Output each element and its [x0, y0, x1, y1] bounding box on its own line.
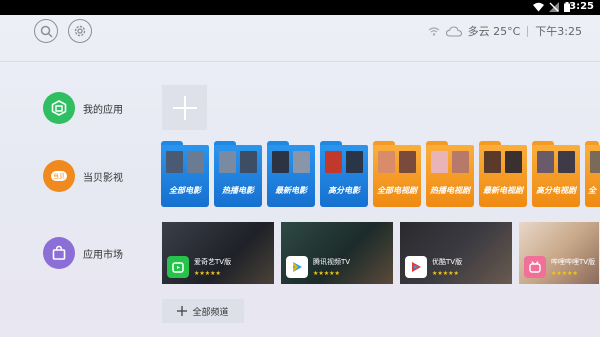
tencent-video-logo-icon — [286, 256, 308, 278]
search-button[interactable] — [34, 19, 58, 43]
poster-thumb — [558, 151, 575, 173]
folder-label: 最新电视剧 — [483, 186, 523, 195]
poster-thumb — [293, 151, 310, 173]
status-time: 3:25 — [569, 1, 594, 12]
folder-body: 热播电视剧 — [426, 145, 474, 207]
folder-body: 全部电视剧 — [373, 145, 421, 207]
app-rating: ★★★★★ — [432, 270, 459, 277]
folder-hot-tv[interactable]: 热播电视剧 — [426, 141, 474, 207]
folder-new-tv[interactable]: 最新电视剧 — [479, 141, 527, 207]
poster-thumb — [484, 151, 501, 173]
folder-label: 高分电影 — [328, 186, 360, 195]
no-signal-icon — [549, 2, 559, 12]
sidebar-item-label: 应用市场 — [83, 249, 123, 261]
app-name: 哔哩哔哩TV版 — [551, 258, 596, 266]
cube-icon — [43, 92, 75, 124]
all-channels-button[interactable]: 全部频道 — [162, 299, 244, 323]
app-name: 优酷TV版 — [432, 258, 463, 266]
add-app-button[interactable] — [162, 85, 207, 130]
shopping-bag-icon — [43, 237, 75, 269]
folder-body: 最新电视剧 — [479, 145, 527, 207]
folder-label: 热播电视剧 — [430, 186, 470, 195]
folder-new-movies[interactable]: 最新电影 — [267, 141, 315, 207]
app-rating: ★★★★★ — [551, 270, 578, 277]
folder-top-movies[interactable]: 高分电影 — [320, 141, 368, 207]
folder-body: 全部电影 — [161, 145, 209, 207]
app-name: 腾讯视频TV — [313, 258, 351, 266]
app-rating: ★★★★★ — [313, 270, 340, 277]
poster-thumb — [378, 151, 395, 173]
wifi-status-icon — [428, 26, 439, 36]
poster-thumb — [272, 151, 289, 173]
sidebar-item-label: 我的应用 — [83, 104, 123, 116]
poster-thumb — [346, 151, 363, 173]
poster-thumb — [431, 151, 448, 173]
poster-thumb — [240, 151, 257, 173]
poster-thumb — [399, 151, 416, 173]
poster-thumb — [325, 151, 342, 173]
header-info: 多云 25°C 下午3:25 — [428, 23, 582, 39]
cloud-icon — [445, 25, 462, 37]
poster-thumb — [537, 151, 554, 173]
poster-thumb — [505, 151, 522, 173]
app-market-row: 爱奇艺TV版 ★★★★★ 腾讯视频TV ★★★★★ 优酷TV版 ★★★★★ 哔哩… — [162, 222, 599, 284]
weather-text: 多云 25°C — [467, 25, 521, 38]
folder-hot-movies[interactable]: 热播电影 — [214, 141, 262, 207]
folder-label: 全部电视剧 — [377, 186, 417, 195]
poster-thumb — [452, 151, 469, 173]
sidebar-item-dangbei-video[interactable]: 当贝 当贝影视 — [43, 160, 123, 192]
app-card-bilibili[interactable]: 哔哩哔哩TV版 ★★★★★ — [519, 222, 599, 284]
app-rating: ★★★★★ — [194, 270, 221, 277]
poster-thumb — [166, 151, 183, 173]
settings-button[interactable] — [68, 19, 92, 43]
folder-label: 全部电影 — [169, 186, 201, 195]
gear-icon — [74, 25, 86, 37]
poster-thumb — [219, 151, 236, 173]
sidebar-item-my-apps[interactable]: 我的应用 — [43, 92, 123, 124]
header-separator — [527, 25, 529, 37]
dangbei-video-icon: 当贝 — [43, 160, 75, 192]
poster-thumb — [187, 151, 204, 173]
folder-body: 最新电影 — [267, 145, 315, 207]
header-clock: 下午3:25 — [535, 25, 582, 38]
plus-icon — [172, 95, 197, 120]
all-channels-label: 全部频道 — [192, 307, 229, 318]
youku-logo-icon — [405, 256, 427, 278]
folder-all-tv[interactable]: 全部电视剧 — [373, 141, 421, 207]
wifi-icon — [533, 2, 544, 12]
search-icon — [40, 25, 53, 38]
iqiyi-logo-icon — [167, 256, 189, 278]
bilibili-logo-icon — [524, 256, 546, 278]
sidebar-item-label: 当贝影视 — [83, 172, 123, 184]
app-card-youku[interactable]: 优酷TV版 ★★★★★ — [400, 222, 512, 284]
folder-partial[interactable]: 全 — [585, 141, 600, 207]
folder-body: 高分电视剧 — [532, 145, 580, 207]
sidebar-item-app-market[interactable]: 应用市场 — [43, 237, 123, 269]
app-name: 爱奇艺TV版 — [194, 258, 232, 266]
status-bar: 3:25 — [0, 0, 600, 15]
category-folders: 全部电影 热播电影 最新电影 高分电影 全部电视剧 热播电视剧 最新电视剧 高分… — [161, 141, 600, 207]
folder-body: 热播电影 — [214, 145, 262, 207]
header-divider — [0, 61, 600, 62]
plus-icon — [177, 306, 188, 316]
svg-text:当贝: 当贝 — [53, 173, 65, 181]
folder-all-movies[interactable]: 全部电影 — [161, 141, 209, 207]
folder-label: 全 — [588, 186, 596, 195]
folder-top-tv[interactable]: 高分电视剧 — [532, 141, 580, 207]
folder-label: 最新电影 — [275, 186, 307, 195]
folder-body: 高分电影 — [320, 145, 368, 207]
folder-label: 高分电视剧 — [536, 186, 576, 195]
poster-thumb — [590, 151, 600, 173]
folder-label: 热播电影 — [222, 186, 254, 195]
app-card-tencent-video[interactable]: 腾讯视频TV ★★★★★ — [281, 222, 393, 284]
folder-body: 全 — [585, 145, 600, 207]
app-card-iqiyi[interactable]: 爱奇艺TV版 ★★★★★ — [162, 222, 274, 284]
